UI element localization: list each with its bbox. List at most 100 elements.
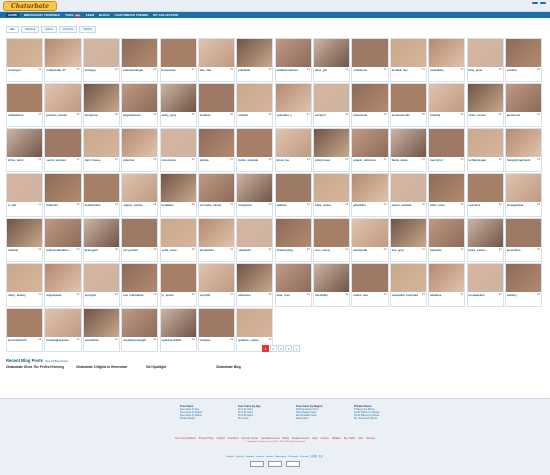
footer-badge[interactable] — [250, 461, 264, 467]
cam-thumbnail[interactable] — [314, 219, 350, 247]
cam-username[interactable]: katte_more — [429, 202, 464, 207]
cam-thumbnail[interactable] — [429, 129, 465, 157]
cam-tile[interactable]: miley_beauty 22 — [6, 263, 44, 307]
cam-username[interactable]: cutiepie — [199, 337, 234, 342]
footer-link[interactable]: Asian Cams — [296, 418, 332, 421]
cam-tile[interactable]: sarahm 26 — [504, 38, 543, 82]
page-3[interactable]: 3 — [277, 345, 285, 352]
cam-username[interactable]: hotsexinla — [161, 67, 196, 72]
cam-tile[interactable]: lana_rose 22 — [274, 263, 312, 307]
cam-thumbnail[interactable] — [505, 129, 542, 157]
cam-username[interactable]: sabella21 — [237, 247, 272, 252]
cam-thumbnail[interactable] — [198, 129, 235, 157]
cam-tile[interactable]: lovingamber 25 — [504, 173, 543, 217]
cam-username[interactable]: ashlynn — [314, 112, 349, 117]
cam-thumbnail[interactable] — [45, 219, 81, 247]
cam-username[interactable]: sofia_snow — [161, 247, 196, 252]
cam-username[interactable]: adalina — [276, 202, 311, 207]
cam-tile[interactable]: helensuna 23 — [351, 83, 389, 127]
cam-tile[interactable]: misskiitty 20 — [313, 263, 351, 307]
cam-tile[interactable]: keeleygirl 22 — [82, 218, 120, 262]
cam-thumbnail[interactable] — [352, 129, 388, 157]
cam-username[interactable]: ella_mia — [199, 67, 234, 72]
cam-tile[interactable]: ashlynn 24 — [313, 83, 351, 127]
cam-tile[interactable]: angelsweet 21 — [44, 263, 82, 307]
cam-tile[interactable]: jessicalnn 20 — [504, 218, 543, 262]
cam-thumbnail[interactable] — [83, 174, 119, 202]
cam-tile[interactable]: flavia_alexa 24 — [389, 128, 427, 172]
cam-tile[interactable]: curvychick 23 — [121, 218, 159, 262]
cam-username[interactable]: missmeow — [161, 157, 196, 162]
cam-tile[interactable]: h_anh 21 — [6, 173, 44, 217]
cam-username[interactable]: jamaica_jasmin — [45, 112, 80, 117]
cam-username[interactable]: hotnaughtyasian — [45, 337, 80, 342]
cam-username[interactable]: natalieheartlove — [276, 67, 311, 72]
cam-thumbnail[interactable] — [352, 39, 388, 67]
cam-thumbnail[interactable] — [505, 174, 542, 202]
cam-username[interactable]: mercyhot — [429, 157, 464, 162]
cam-username[interactable]: dudetta — [7, 247, 42, 252]
cam-tile[interactable]: melanie 20 — [197, 83, 236, 127]
cam-tile[interactable]: spankyourlittle 24 — [159, 308, 197, 352]
cam-username[interactable]: monaleeline — [468, 292, 503, 297]
cam-username[interactable]: amity_grey — [161, 112, 196, 117]
cam-thumbnail[interactable] — [83, 309, 119, 337]
cam-thumbnail[interactable] — [45, 84, 81, 112]
nav-broadcast[interactable]: BROADCAST YOURSELF — [24, 13, 60, 17]
cam-username[interactable]: sexxlove — [468, 202, 503, 207]
cam-username[interactable]: eva_manhattan — [122, 292, 157, 297]
nav-tags[interactable]: TAGS NEW — [65, 13, 81, 17]
cam-tile[interactable]: lolasweetangel 24 — [121, 38, 159, 82]
cam-tile[interactable]: belle_sweet 22 — [313, 173, 351, 217]
cam-tile[interactable]: juliebelle 22 — [236, 38, 274, 82]
cam-thumbnail[interactable] — [45, 129, 81, 157]
cam-username[interactable]: h_anh — [7, 202, 42, 207]
cam-tile[interactable]: ella_mia 20 — [197, 38, 236, 82]
cam-tile[interactable]: jennyjwr 24 — [82, 263, 120, 307]
cam-username[interactable]: karinneon — [506, 112, 541, 117]
cam-thumbnail[interactable] — [352, 174, 388, 202]
page-4[interactable]: 4 — [285, 345, 292, 352]
cam-thumbnail[interactable] — [237, 129, 273, 157]
cam-tile[interactable]: veronika_naomi 23 — [197, 173, 236, 217]
cam-username[interactable]: juliyaa — [199, 157, 234, 162]
cam-thumbnail[interactable] — [237, 309, 273, 337]
post-title[interactable]: Girl Spotlight — [146, 365, 206, 369]
tab-all[interactable]: ALL — [6, 26, 20, 33]
footer-bottom-link[interactable]: Billing — [283, 437, 289, 440]
cam-thumbnail[interactable] — [314, 84, 350, 112]
cam-username[interactable]: secret_woman — [45, 157, 80, 162]
cam-thumbnail[interactable] — [505, 84, 542, 112]
cam-thumbnail[interactable] — [7, 39, 43, 67]
cam-username[interactable]: helensuna — [352, 112, 387, 117]
cam-username[interactable]: laura_santos — [468, 247, 503, 252]
cam-username[interactable]: sweetkitty — [429, 67, 464, 72]
cam-tile[interactable]: annareynolds 25 — [389, 83, 427, 127]
cam-username[interactable]: morganna — [237, 202, 272, 207]
cam-tile[interactable]: sweetkitty 22 — [428, 38, 466, 82]
cam-username[interactable]: angelo_delicious — [352, 157, 387, 162]
cam-thumbnail[interactable] — [505, 219, 542, 247]
cam-username[interactable]: misskiitty — [314, 292, 349, 297]
cam-tile[interactable]: yr_anime 22 — [159, 263, 197, 307]
cam-username[interactable]: cruz_carrie — [314, 247, 349, 252]
cam-username[interactable]: raghav_vanina — [122, 202, 157, 207]
cam-tile[interactable]: dani_house 22 — [82, 128, 120, 172]
footer-badge[interactable] — [286, 461, 300, 467]
cam-username[interactable]: gfluckfun — [352, 202, 387, 207]
cam-tile[interactable]: sweetlilme 21 — [82, 308, 120, 352]
footer-link[interactable]: Private Shows — [180, 418, 216, 421]
page-next[interactable]: » — [293, 345, 300, 352]
post-title[interactable]: Chaturbate Blog — [216, 365, 276, 369]
cam-thumbnail[interactable] — [314, 39, 350, 67]
cam-username[interactable]: juliebelle — [237, 67, 272, 72]
cam-tile[interactable]: juliyaa 22 — [197, 128, 236, 172]
cam-tile[interactable]: cutiepie 22 — [197, 308, 236, 352]
cam-thumbnail[interactable] — [352, 219, 388, 247]
footer-link[interactable]: 60+ Tokens per Minute — [354, 418, 390, 421]
cam-tile[interactable]: jamaica_jasmin 22 — [44, 83, 82, 127]
cam-thumbnail[interactable] — [390, 264, 426, 292]
cam-tile[interactable]: natalieheartlove 21 — [274, 38, 312, 82]
cam-username[interactable]: curvychick — [122, 247, 157, 252]
cam-tile[interactable]: chantelyang 23 — [274, 218, 312, 262]
